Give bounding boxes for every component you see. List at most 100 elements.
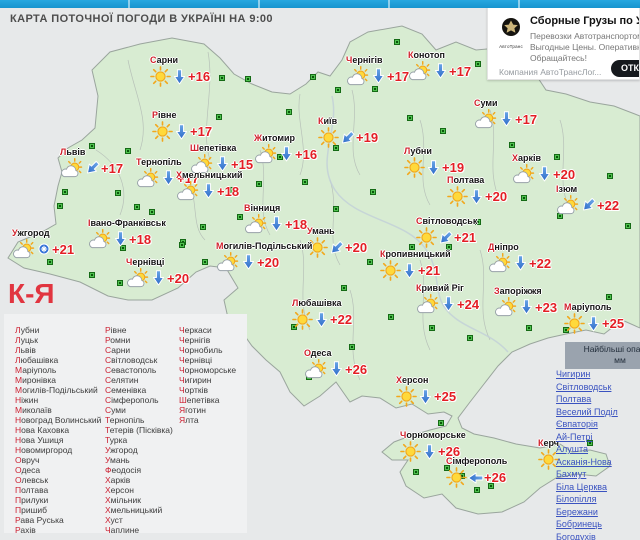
city-index-item[interactable]: Ужгород (105, 445, 179, 455)
city-index-item[interactable]: Тетерів (Пісківка) (105, 425, 179, 435)
city-index-item[interactable]: Пришиб (15, 505, 105, 515)
city-index-item[interactable]: Одеса (15, 465, 105, 475)
city-weather-Умань[interactable]: Умань+20 (307, 226, 367, 258)
city-index-item[interactable]: Маріуполь (15, 365, 105, 375)
precip-city-link[interactable]: Бобринець (556, 518, 640, 531)
city-index-item[interactable]: Хуст (105, 515, 179, 525)
city-weather-Могилів-Подільський[interactable]: Могилів-Подільський+20 (216, 241, 312, 272)
partly-cloudy-icon (488, 253, 512, 273)
city-weather-Чернігів[interactable]: Чернігів+17 (346, 55, 409, 86)
city-index-item[interactable]: Севастополь (105, 365, 179, 375)
city-index-item[interactable]: Рава Руська (15, 515, 105, 525)
city-index-item[interactable]: Суми (105, 405, 179, 415)
city-weather-Маріуполь[interactable]: Маріуполь+25 (564, 302, 624, 334)
precip-city-link[interactable]: Ай-Петрі (556, 431, 640, 444)
precip-city-link[interactable]: Богодухів (556, 531, 640, 540)
city-index-item[interactable]: Чаплине (105, 525, 179, 535)
city-weather-Конотоп[interactable]: Конотоп+17 (408, 50, 471, 81)
city-index-item[interactable]: Умань (105, 455, 179, 465)
city-weather-Одеса[interactable]: Одеса+26 (304, 348, 367, 379)
city-weather-Рівне[interactable]: Рівне+17 (152, 110, 212, 142)
city-index-item[interactable]: Ромни (105, 335, 179, 345)
city-index-item[interactable]: Нова Ушиця (15, 435, 105, 445)
top-navigation-bar[interactable] (0, 0, 640, 8)
precip-city-link[interactable]: Веселий Поділ (556, 406, 640, 419)
city-index-item[interactable]: Чигирин (179, 375, 245, 385)
city-index-item[interactable]: Чернігів (179, 335, 245, 345)
city-index-item[interactable]: Чернівці (179, 355, 245, 365)
city-index-item[interactable]: Полтава (15, 485, 105, 495)
city-index-item[interactable]: Турка (105, 435, 179, 445)
city-index-item[interactable]: Ялта (179, 415, 245, 425)
city-index-item[interactable]: Лубни (15, 325, 105, 335)
city-index-item[interactable]: Семенівка (105, 385, 179, 395)
city-weather-Івано-Франківськ[interactable]: Івано-Франківськ+18 (88, 218, 166, 249)
city-weather-Світловодськ[interactable]: Світловодськ+21 (416, 216, 477, 248)
city-index-item[interactable]: Миронівка (15, 375, 105, 385)
city-weather-Полтава[interactable]: Полтава+20 (447, 175, 507, 207)
precip-city-link[interactable]: Алушта (556, 443, 640, 456)
ad-banner[interactable]: АвтоТранс Сборные Грузы по Украине Перев… (487, 6, 640, 80)
city-index-item[interactable]: Миколаїв (15, 405, 105, 415)
city-index-item[interactable]: Новоград Волинський (15, 415, 105, 425)
city-weather-Житомир[interactable]: Житомир+16 (254, 133, 317, 164)
city-index-item[interactable]: Сімферополь (105, 395, 179, 405)
city-weather-Херсон[interactable]: Херсон+25 (396, 375, 456, 407)
city-index-item[interactable]: Чортків (179, 385, 245, 395)
city-index-item[interactable]: Могилів-Подільський (15, 385, 105, 395)
city-weather-Хмельницький[interactable]: Хмельницький+18 (176, 170, 243, 201)
city-index-item[interactable]: Овруч (15, 455, 105, 465)
precip-city-link[interactable]: Білопілля (556, 493, 640, 506)
city-weather-Сімферополь[interactable]: Сімферополь+26 (446, 456, 507, 488)
city-index-item[interactable]: Нова Каховка (15, 425, 105, 435)
city-index-item[interactable]: Олевськ (15, 475, 105, 485)
city-index-item[interactable]: Прилуки (15, 495, 105, 505)
city-weather-Кривий Ріг[interactable]: Кривий Ріг+24 (416, 283, 479, 314)
precip-city-link[interactable]: Бережани (556, 506, 640, 519)
city-index-item[interactable]: Ніжин (15, 395, 105, 405)
city-index-item[interactable]: Феодосія (105, 465, 179, 475)
city-index-item[interactable]: Селятин (105, 375, 179, 385)
city-weather-Ізюм[interactable]: Ізюм+22 (556, 184, 619, 215)
precip-city-link[interactable]: Асканія-Нова (556, 456, 640, 469)
city-weather-Кропивницький[interactable]: Кропивницький+21 (380, 249, 451, 281)
city-weather-Дніпро[interactable]: Дніпро+22 (488, 242, 551, 273)
precip-city-link[interactable]: Чигирин (556, 368, 640, 381)
city-index-item[interactable]: Львів (15, 345, 105, 355)
city-index-item[interactable]: Хмільник (105, 495, 179, 505)
precip-city-link[interactable]: Світловодськ (556, 381, 640, 394)
city-index-item[interactable]: Рахів (15, 525, 105, 535)
city-index-item[interactable]: Тернопіль (105, 415, 179, 425)
city-index-item[interactable]: Харків (105, 475, 179, 485)
city-index-item[interactable]: Чорнобиль (179, 345, 245, 355)
city-index-item[interactable]: Рівне (105, 325, 179, 335)
city-weather-Київ[interactable]: Київ+19 (318, 116, 378, 148)
city-index-item[interactable]: Черкаси (179, 325, 245, 335)
city-index-item[interactable]: Шепетівка (179, 395, 245, 405)
city-index-item[interactable]: Світловодськ (105, 355, 179, 365)
city-weather-Чернівці[interactable]: Чернівці+20 (126, 257, 189, 288)
city-index-item[interactable]: Яготин (179, 405, 245, 415)
city-index-item[interactable]: Новомиргород (15, 445, 105, 455)
city-weather-Ужгород[interactable]: Ужгород+21 (12, 228, 74, 259)
temperature-value: +25 (602, 316, 624, 331)
city-weather-Запоріжжя[interactable]: Запоріжжя+23 (494, 286, 557, 317)
precip-city-link[interactable]: Євпаторія (556, 418, 640, 431)
precip-city-link[interactable]: Полтава (556, 393, 640, 406)
city-index-item[interactable]: Чорноморське (179, 365, 245, 375)
city-weather-Вінниця[interactable]: Вінниця+18 (244, 203, 307, 234)
precip-city-link[interactable]: Бахмут (556, 468, 640, 481)
city-weather-Лубни[interactable]: Лубни+19 (404, 146, 464, 178)
city-index-item[interactable]: Луцьк (15, 335, 105, 345)
ad-open-button[interactable]: ОТКРЫТЬ (611, 60, 640, 77)
city-index-item[interactable]: Любашівка (15, 355, 105, 365)
city-weather-Любашівка[interactable]: Любашівка+22 (292, 298, 352, 330)
city-weather-Сарни[interactable]: Сарни+16 (150, 55, 210, 87)
precip-city-link[interactable]: Біла Церква (556, 481, 640, 494)
city-index-item[interactable]: Хмельницький (105, 505, 179, 515)
city-index-item[interactable]: Херсон (105, 485, 179, 495)
city-weather-Суми[interactable]: Суми+17 (474, 98, 537, 129)
city-weather-Львів[interactable]: Львів+17 (60, 147, 123, 178)
city-weather-Харків[interactable]: Харків+20 (512, 153, 575, 184)
city-index-item[interactable]: Сарни (105, 345, 179, 355)
